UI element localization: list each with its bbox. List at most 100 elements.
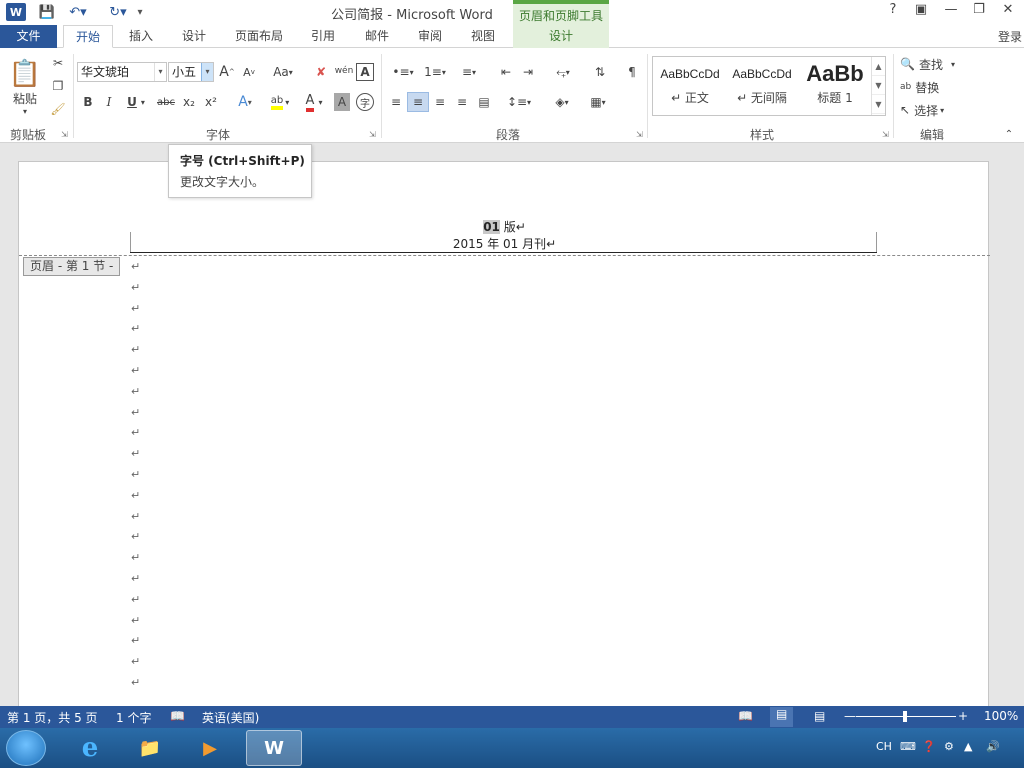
read-mode-icon[interactable]: 📖 xyxy=(738,709,753,723)
copy-icon[interactable]: ❐ xyxy=(48,77,68,95)
borders-icon[interactable]: ▦ ▾ xyxy=(582,93,614,111)
print-layout-icon[interactable]: ▤ xyxy=(770,707,794,727)
paragraph-dialog-launcher-icon[interactable]: ⇲ xyxy=(636,130,643,139)
replace-button[interactable]: ab 替换 xyxy=(900,78,950,96)
font-color-button[interactable]: A ▾ xyxy=(298,91,330,113)
line-spacing-icon[interactable]: ↕≡ ▾ xyxy=(504,93,534,111)
page-count[interactable]: 第 1 页，共 5 页 xyxy=(7,709,98,726)
header-line-edition[interactable]: 01 版↵ xyxy=(19,218,990,235)
zoom-out-button[interactable]: — xyxy=(844,709,856,723)
collapse-ribbon-icon[interactable]: ⌃ xyxy=(1002,128,1016,140)
underline-button[interactable]: U ▾ xyxy=(122,93,150,111)
font-name-combo[interactable]: 华文琥珀 ▾ xyxy=(77,62,167,82)
select-button[interactable]: ↖ 选择 ▾ xyxy=(900,101,958,119)
tab-file[interactable]: 文件 xyxy=(0,25,57,48)
ie-icon[interactable]: e xyxy=(62,730,118,766)
volume-icon[interactable]: 🔊 xyxy=(986,740,1000,753)
bold-button[interactable]: B xyxy=(79,93,97,111)
styles-gallery[interactable]: AaBbCcDd ↵ 正文 AaBbCcDd ↵ 无间隔 AaBb 标题 1 ▲… xyxy=(652,56,886,116)
tab-insert[interactable]: 插入 xyxy=(120,25,162,48)
increase-indent-icon[interactable]: ⇥ xyxy=(518,63,538,81)
style-no-spacing[interactable]: AaBbCcDd ↵ 无间隔 xyxy=(727,59,797,113)
chevron-down-icon[interactable]: ▾ xyxy=(154,63,166,81)
font-size-combo[interactable]: 小五 ▾ xyxy=(168,62,214,82)
tab-references[interactable]: 引用 xyxy=(302,25,344,48)
input-language-indicator[interactable]: CH xyxy=(876,740,892,753)
char-border-button[interactable]: A xyxy=(356,63,374,81)
align-center-icon[interactable]: ≡ xyxy=(407,92,429,112)
align-left-icon[interactable]: ≡ xyxy=(386,93,406,111)
tab-view[interactable]: 视图 xyxy=(462,25,504,48)
cut-icon[interactable]: ✂ xyxy=(48,54,68,72)
tab-header-footer-design[interactable]: 设计 xyxy=(513,25,609,48)
tab-home[interactable]: 开始 xyxy=(63,25,113,48)
start-button[interactable] xyxy=(6,730,46,766)
show-marks-icon[interactable]: ¶ xyxy=(622,63,642,81)
web-layout-icon[interactable]: ▤ xyxy=(814,709,825,723)
proofing-icon[interactable]: 📖 xyxy=(170,709,185,723)
paste-button[interactable]: 📋 xyxy=(6,54,44,94)
highlight-button[interactable]: ab ▾ xyxy=(264,91,296,113)
grow-font-button[interactable]: A ^ xyxy=(218,63,236,81)
save-icon[interactable]: 💾 xyxy=(38,3,56,21)
help-button[interactable]: ? xyxy=(882,2,904,22)
customize-quick-access-icon[interactable]: ▾ xyxy=(134,3,146,21)
shrink-font-button[interactable]: Av xyxy=(240,63,258,81)
chevron-down-icon[interactable]: ▾ xyxy=(201,63,213,81)
keyboard-icon[interactable]: ⌨ xyxy=(900,740,916,753)
paste-dropdown-icon[interactable]: ▾ xyxy=(20,106,30,116)
superscript-button[interactable]: x² xyxy=(202,93,220,111)
distributed-icon[interactable]: ▤ xyxy=(474,93,494,111)
sort-icon[interactable]: ⇅ xyxy=(590,63,610,81)
redo-icon[interactable]: ↻▾ xyxy=(106,3,130,21)
numbering-icon[interactable]: 1≡ ▾ xyxy=(420,63,450,81)
minimize-icon[interactable]: — xyxy=(940,2,962,22)
tab-mailings[interactable]: 邮件 xyxy=(356,25,398,48)
shading-icon[interactable]: ◈ ▾ xyxy=(546,93,578,111)
chevron-down-icon[interactable]: ▼ xyxy=(872,76,885,95)
styles-dialog-launcher-icon[interactable]: ⇲ xyxy=(882,130,889,139)
change-case-button[interactable]: Aa ▾ xyxy=(268,63,298,81)
style-heading-1[interactable]: AaBb 标题 1 xyxy=(799,59,871,113)
decrease-indent-icon[interactable]: ⇤ xyxy=(496,63,516,81)
find-button[interactable]: 🔍 查找 ▾ xyxy=(900,55,962,73)
align-right-icon[interactable]: ≡ xyxy=(430,93,450,111)
document-page[interactable]: 01 版↵ 2015 年 01 月刊↵ 页眉 - 第 1 节 - ↵ ↵ ↵ ↵ ↵ ↵ ↵… xyxy=(18,161,990,706)
text-effects-icon[interactable]: A ▾ xyxy=(230,93,260,111)
word-app-icon[interactable]: W xyxy=(6,3,26,21)
subscript-button[interactable]: x₂ xyxy=(180,93,198,111)
style-normal[interactable]: AaBbCcDd ↵ 正文 xyxy=(655,59,725,113)
gallery-scrollbar[interactable]: ▲ ▼ ▼ xyxy=(871,57,885,115)
clipboard-dialog-launcher-icon[interactable]: ⇲ xyxy=(61,130,68,139)
chevron-up-icon[interactable]: ▲ xyxy=(872,57,885,76)
enclose-characters-button[interactable]: 字 xyxy=(356,93,374,111)
word-taskbar-icon[interactable]: W xyxy=(246,730,302,766)
zoom-slider-thumb[interactable] xyxy=(903,711,907,722)
phonetic-guide-button[interactable]: wén xyxy=(334,61,354,81)
header-line-date[interactable]: 2015 年 01 月刊↵ xyxy=(19,235,990,252)
bullets-icon[interactable]: •≡ ▾ xyxy=(388,63,418,81)
show-hidden-icons[interactable]: ▲ xyxy=(964,740,972,753)
multilevel-list-icon[interactable]: ≡ ▾ xyxy=(454,63,484,81)
close-icon[interactable]: ✕ xyxy=(997,2,1019,22)
language-indicator[interactable]: 英语(美国) xyxy=(202,709,259,726)
tab-page-layout[interactable]: 页面布局 xyxy=(226,25,292,48)
ribbon-display-icon[interactable]: ▣ xyxy=(910,2,932,22)
gallery-more-icon[interactable]: ▼ xyxy=(872,95,885,114)
format-painter-icon[interactable]: 🖌 xyxy=(48,100,68,118)
zoom-level[interactable]: 100% xyxy=(984,709,1018,723)
explorer-icon[interactable]: 📁 xyxy=(122,730,178,766)
char-shading-button[interactable]: A xyxy=(334,93,350,111)
settings-tray-icon[interactable]: ⚙ xyxy=(944,740,954,753)
italic-button[interactable]: I xyxy=(100,93,118,111)
paste-label[interactable]: 粘贴 xyxy=(8,90,42,106)
font-dialog-launcher-icon[interactable]: ⇲ xyxy=(369,130,376,139)
document-area[interactable]: 01 版↵ 2015 年 01 月刊↵ 页眉 - 第 1 节 - ↵ ↵ ↵ ↵ ↵ ↵ ↵… xyxy=(0,144,1024,706)
zoom-in-button[interactable]: + xyxy=(958,709,968,723)
tab-design[interactable]: 设计 xyxy=(172,25,216,48)
strikethrough-button[interactable]: abc xyxy=(154,93,178,111)
justify-icon[interactable]: ≡ xyxy=(452,93,472,111)
tab-review[interactable]: 审阅 xyxy=(409,25,451,48)
asian-layout-icon[interactable]: ⥆ ▾ xyxy=(548,63,578,81)
clear-formatting-icon[interactable]: ✘ xyxy=(312,63,330,81)
